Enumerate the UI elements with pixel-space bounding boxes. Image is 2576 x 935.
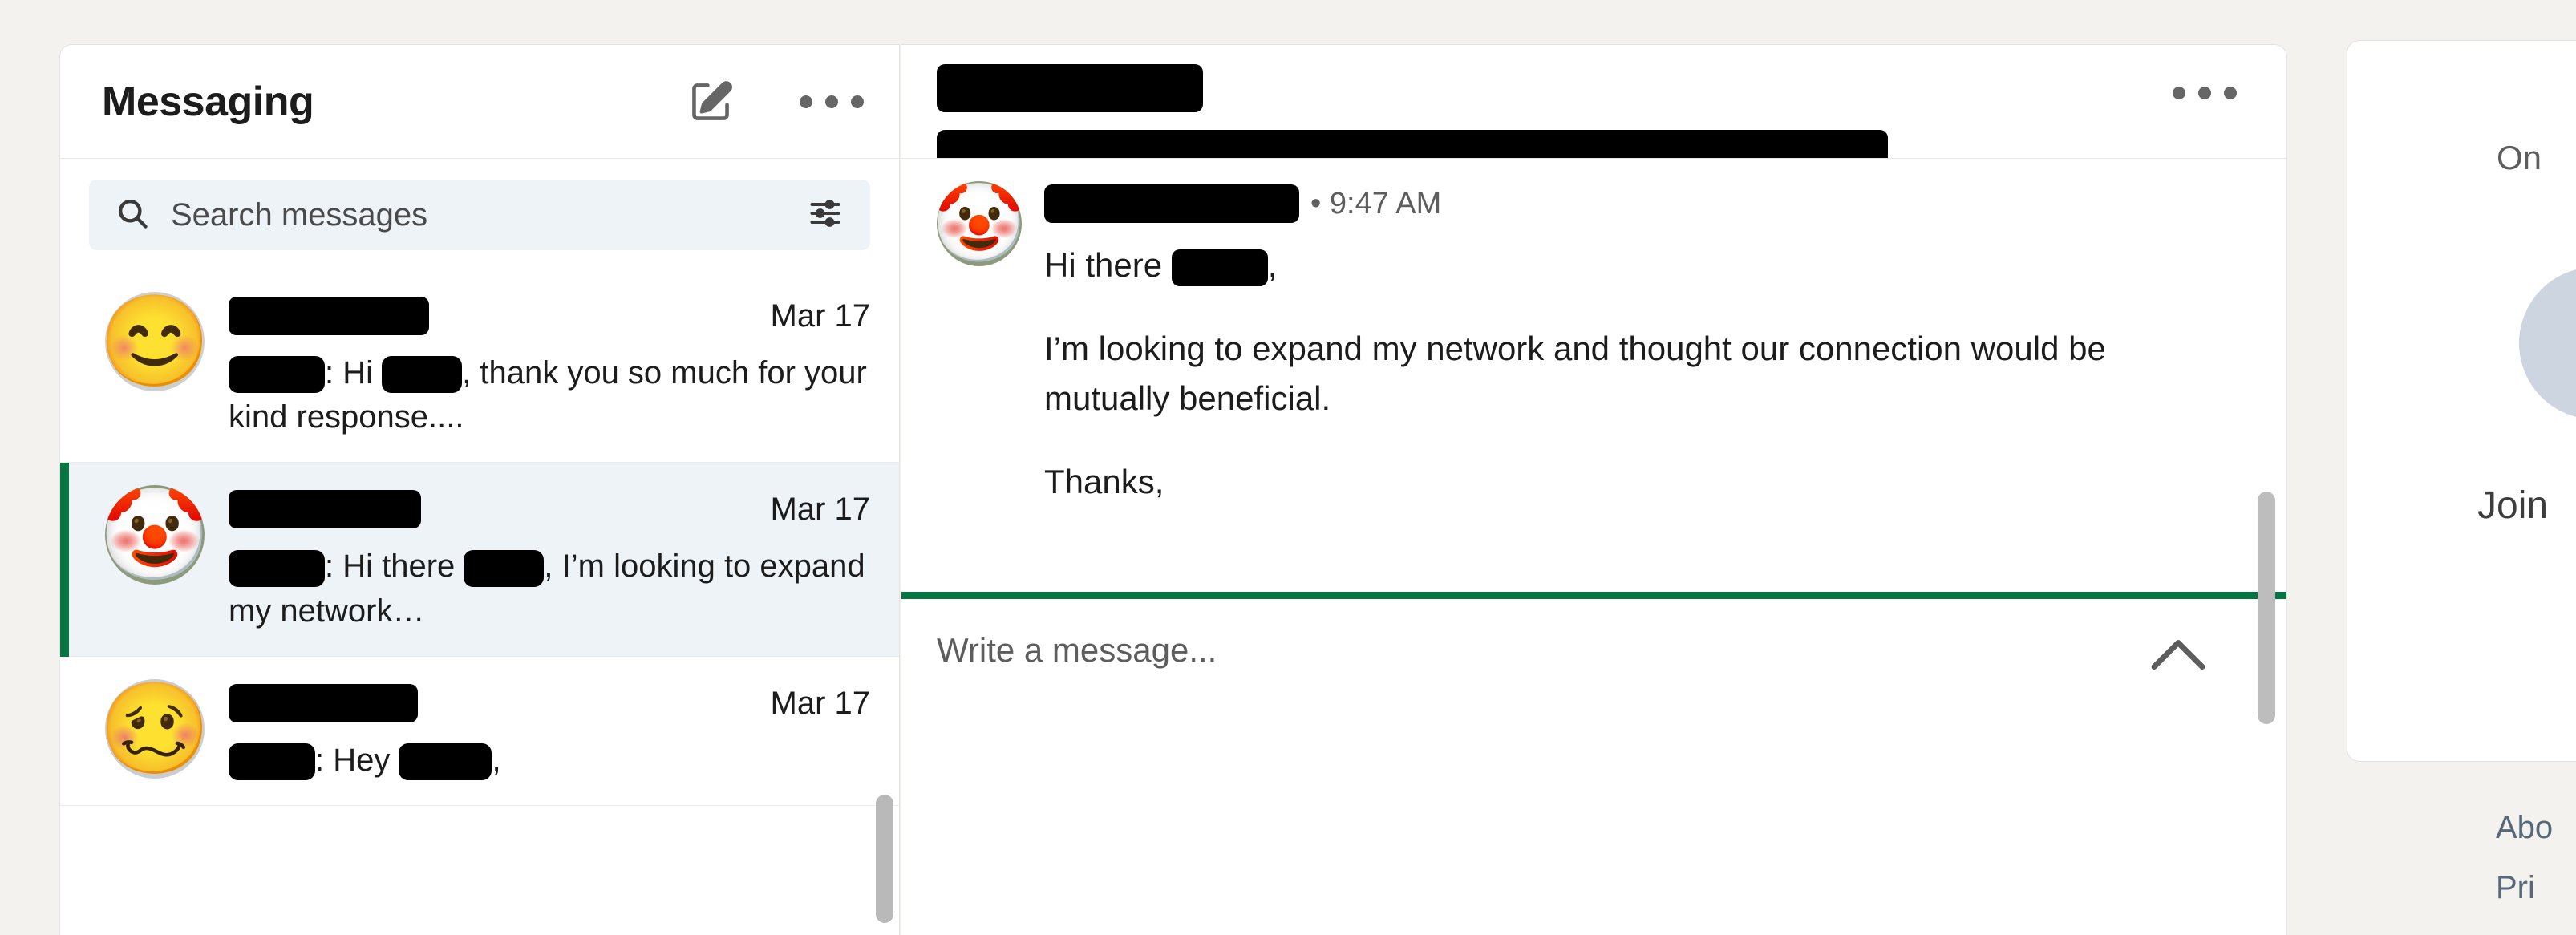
rail-footer: Abo Pri (2347, 810, 2576, 930)
footer-link-privacy[interactable]: Pri (2347, 870, 2576, 906)
page-title: Messaging (102, 78, 314, 125)
messaging-header: Messaging (60, 45, 899, 159)
message-item: 🤡 • 9:47 AM Hi there , I’m looking to ex… (937, 181, 2286, 508)
message-composer[interactable]: Write a message... (901, 599, 2286, 864)
promo-card: On Join (2347, 40, 2576, 762)
conversation-top-row: Mar 17 (229, 683, 871, 722)
search-section: Search messages (60, 159, 899, 269)
conversation-body: Mar 17 : Hi there , I’m looking to expan… (229, 485, 870, 633)
conversation-name-redacted (229, 297, 429, 335)
message-timestamp: • 9:47 AM (1310, 186, 1442, 221)
message-paragraph-body: I’m looking to expand my network and tho… (1044, 330, 2106, 418)
conversation-body: Mar 17 : Hi , thank you so much for your… (229, 292, 870, 439)
messaging-header-actions (687, 79, 864, 125)
preview-sender-redacted (229, 356, 325, 394)
preview-text-part-1: : Hi (325, 355, 383, 391)
conversation-list-scrollbar[interactable] (876, 795, 893, 923)
conversation-date: Mar 17 (770, 685, 871, 721)
preview-text-part-1: : Hey (315, 742, 399, 778)
thread-contact-headline: Senior Copywriter helping businesses ach… (937, 130, 2230, 158)
greeting-suffix: , (1267, 246, 1278, 284)
preview-name-redacted (464, 549, 545, 587)
more-options-ellipsis-icon (2173, 87, 2237, 99)
thread-message-list: 🤡 • 9:47 AM Hi there , I’m looking to ex… (901, 159, 2286, 724)
conversation-top-row: Mar 17 (229, 297, 870, 335)
message-paragraph-greeting: Hi there , (1044, 241, 2215, 290)
greeting-name-redacted (1171, 249, 1268, 286)
list-item[interactable]: 🥴 Mar 17 : Hey , (60, 656, 899, 806)
messaging-page: Messaging Search messages Mar 17: Hi , … (0, 0, 2576, 935)
list-item[interactable]: 😊 Mar 17 : Hi , thank you so much for yo… (60, 269, 899, 463)
conversation-top-row: Mar 17 (229, 490, 871, 529)
more-options-ellipsis-icon (800, 95, 864, 108)
conversation-preview: : Hi , thank you so much for your kind r… (229, 351, 870, 439)
compose-message-button[interactable] (687, 79, 734, 125)
footer-link-about[interactable]: Abo (2347, 810, 2576, 846)
preview-name-redacted (399, 743, 492, 781)
preview-sender-redacted (229, 549, 325, 587)
list-item[interactable]: 🤡 Mar 17 : Hi there , I’m looking to exp… (60, 463, 899, 658)
conversation-preview: : Hi there , I’m looking to expand my ne… (229, 544, 870, 633)
greeting-prefix: Hi there (1044, 246, 1172, 284)
thread-headline-redaction (937, 130, 1888, 158)
message-meta: • 9:47 AM (1044, 184, 2286, 223)
preview-text-part-1: : Hi there (325, 548, 464, 585)
compose-edit-square-icon (687, 79, 734, 125)
composer-placeholder-text: Write a message... (937, 631, 1217, 669)
message-sender-redacted (1044, 184, 1299, 223)
messaging-overflow-button[interactable] (800, 95, 864, 108)
search-placeholder-text: Search messages (171, 196, 428, 233)
message-paragraph-signoff: Thanks, (1044, 463, 1164, 501)
clown-face-avatar: 🤡 (937, 181, 1022, 266)
conversation-preview: : Hey , (229, 739, 870, 783)
right-rail: On Join Abo Pri (2347, 40, 2576, 935)
clown-face-avatar: 🤡 (105, 485, 205, 585)
conversation-list: 😊 Mar 17 : Hi , thank you so much for yo… (60, 269, 899, 806)
search-input[interactable]: Search messages (89, 180, 870, 250)
conversation-date: Mar 17 (770, 492, 871, 528)
profile-avatar-placeholder (2519, 267, 2576, 419)
conversation-name-redacted (229, 683, 418, 722)
woozy-face-avatar: 🥴 (105, 678, 205, 779)
conversation-name-redacted (229, 490, 421, 529)
chevron-up-icon[interactable] (2147, 633, 2209, 678)
thread-header: Senior Copywriter helping businesses ach… (901, 45, 2286, 159)
conversation-date: Mar 17 (770, 298, 871, 334)
smiling-face-avatar: 😊 (105, 292, 205, 391)
conversation-thread-panel: Senior Copywriter helping businesses ach… (901, 44, 2287, 935)
preview-sender-redacted (229, 743, 315, 781)
promo-join-link[interactable]: Join (2477, 484, 2548, 528)
thread-contact-name-redacted (937, 64, 1203, 112)
composer-divider (901, 592, 2286, 599)
promo-title: On (2497, 139, 2542, 176)
conversation-body: Mar 17 : Hey , (229, 679, 870, 783)
messaging-panel: Messaging Search messages Mar 17: Hi , … (59, 44, 900, 935)
filter-sliders-icon[interactable] (808, 196, 843, 235)
search-magnifier-icon (115, 196, 150, 235)
message-body: Hi there , I’m looking to expand my netw… (1044, 241, 2215, 508)
preview-name-redacted (382, 356, 463, 394)
preview-text-part-2: , (492, 742, 501, 778)
thread-overflow-button[interactable] (2173, 87, 2237, 99)
message-content: • 9:47 AM Hi there , I’m looking to expa… (1044, 181, 2286, 508)
